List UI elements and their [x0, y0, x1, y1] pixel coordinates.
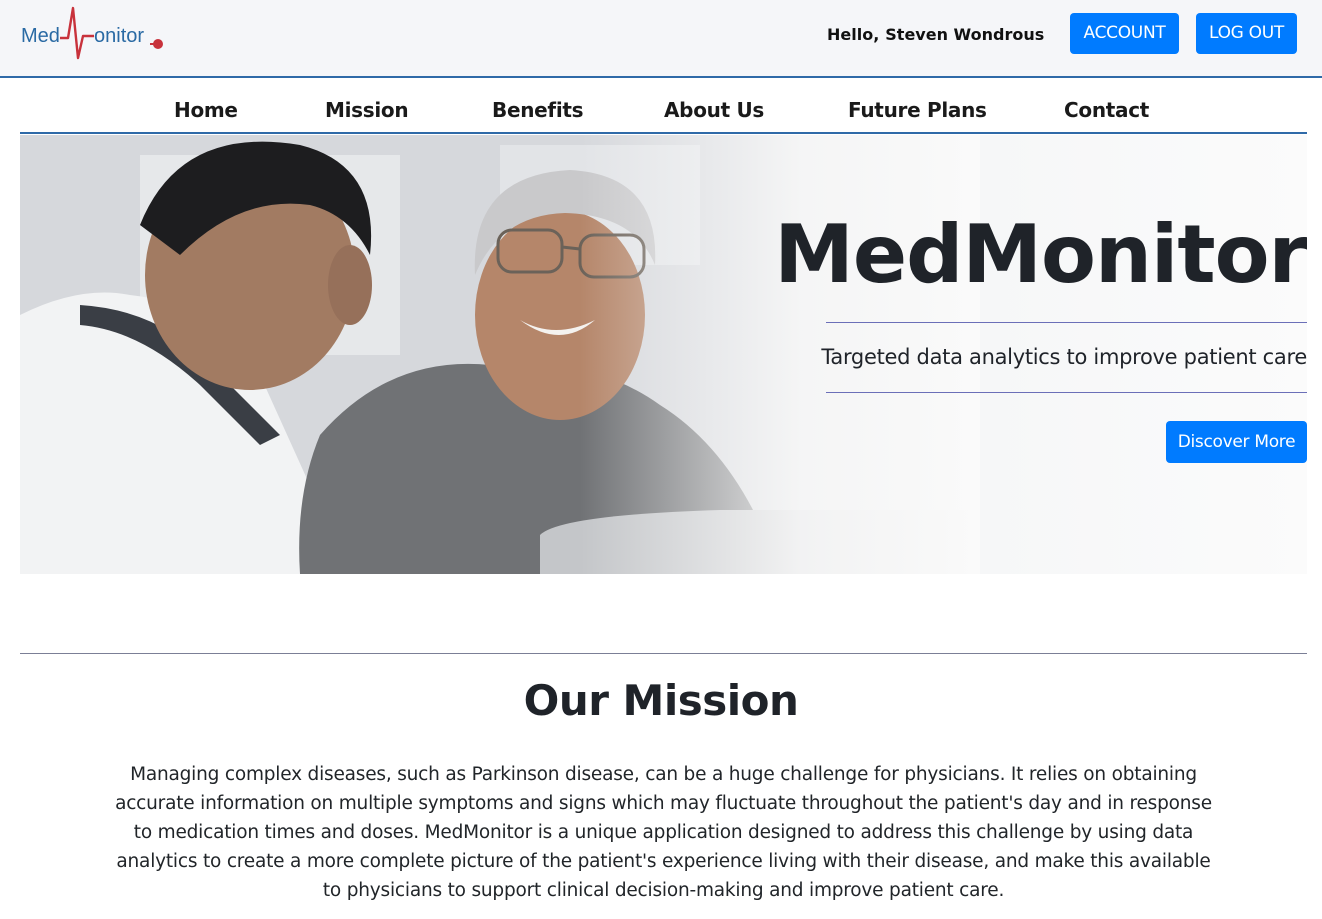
greeting-label: Hello,	[827, 25, 880, 44]
nav-benefits[interactable]: Benefits	[492, 98, 584, 122]
user-greeting: Hello, Steven Wondrous	[827, 25, 1044, 44]
logout-button[interactable]: LOG OUT	[1196, 13, 1297, 54]
account-button[interactable]: ACCOUNT	[1070, 13, 1179, 54]
mission-body: Managing complex diseases, such as Parki…	[115, 764, 1212, 901]
section-divider	[20, 653, 1307, 654]
svg-text:onitor: onitor	[94, 25, 144, 47]
hero-divider-bottom	[826, 392, 1307, 393]
hero-title: MedMonitor	[774, 208, 1307, 301]
hero-tagline: Targeted data analytics to improve patie…	[821, 345, 1307, 369]
nav-contact[interactable]: Contact	[1064, 98, 1149, 122]
nav-mission[interactable]: Mission	[325, 98, 409, 122]
nav-about-us[interactable]: About Us	[664, 98, 764, 122]
hero-section: MedMonitor Targeted data analytics to im…	[20, 135, 1307, 574]
hero-divider-top	[826, 322, 1307, 323]
user-name: Steven Wondrous	[885, 25, 1045, 44]
main-nav: Home Mission Benefits About Us Future Pl…	[20, 80, 1307, 134]
nav-future-plans[interactable]: Future Plans	[848, 98, 987, 122]
svg-text:Med: Med	[21, 25, 60, 47]
nav-home[interactable]: Home	[174, 98, 238, 122]
top-bar: Med onitor Hello, Steven Wondrous ACCOUNT…	[0, 0, 1322, 78]
medmonitor-logo[interactable]: Med onitor	[20, 4, 170, 64]
discover-more-button[interactable]: Discover More	[1166, 421, 1307, 463]
mission-title: Our Mission	[523, 676, 799, 725]
